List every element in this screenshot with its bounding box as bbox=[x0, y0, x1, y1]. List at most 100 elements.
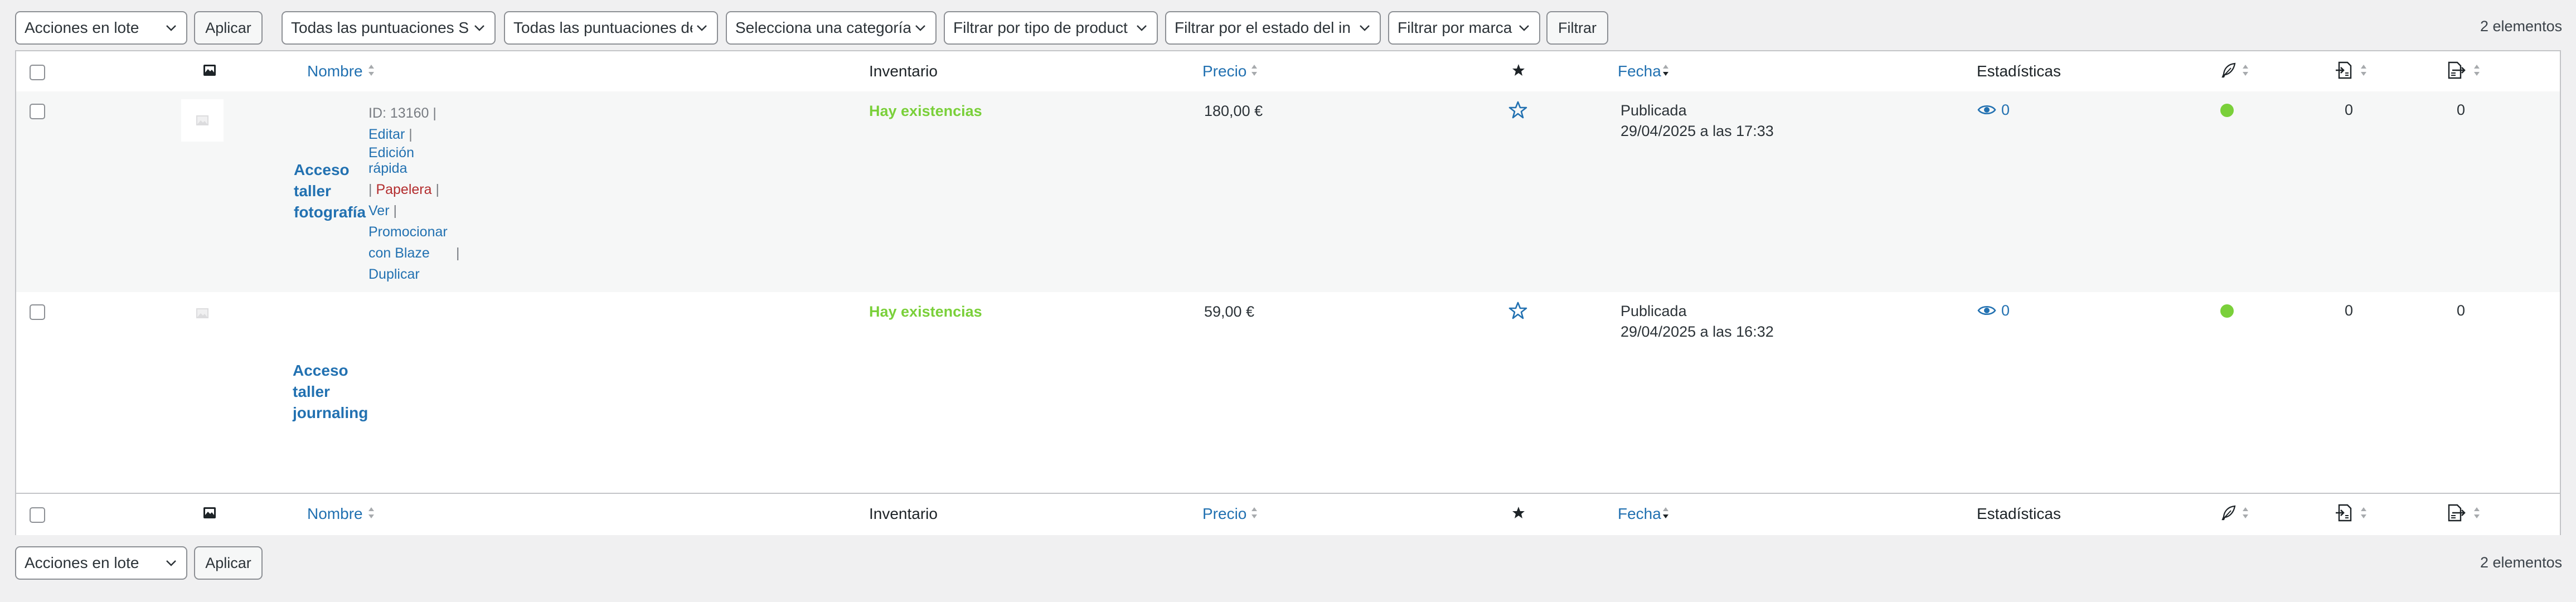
items-count: 2 elementos bbox=[2480, 18, 2563, 35]
feather-icon[interactable] bbox=[2220, 504, 2237, 521]
page-in-icon[interactable] bbox=[2334, 503, 2353, 522]
publish-date: 29/04/2025 a las 17:33 bbox=[1621, 123, 1774, 139]
filter-brand[interactable]: Filtrar por marca bbox=[1388, 11, 1540, 45]
sort-icon[interactable] bbox=[1250, 62, 1258, 79]
items-count-bottom: 2 elementos bbox=[2480, 554, 2563, 571]
column-inventory: Inventario bbox=[869, 505, 938, 522]
sort-icon[interactable] bbox=[2360, 504, 2368, 521]
duplicate-link[interactable]: Duplicar bbox=[368, 266, 420, 282]
column-price[interactable]: Precio bbox=[1202, 62, 1246, 80]
product-name-link[interactable]: Acceso taller fotografía bbox=[294, 159, 366, 223]
column-name[interactable]: Nombre bbox=[307, 505, 363, 523]
views-count[interactable]: 0 bbox=[2001, 302, 2010, 319]
sort-icon[interactable] bbox=[2473, 504, 2481, 521]
eye-icon[interactable] bbox=[1977, 304, 1996, 317]
select-all-checkbox[interactable] bbox=[30, 65, 45, 80]
sort-icon[interactable] bbox=[2242, 504, 2249, 521]
bulk-actions-select[interactable]: Acciones en lote bbox=[15, 11, 187, 45]
bulk-actions-value: Acciones en lote bbox=[25, 554, 139, 571]
price: 59,00 € bbox=[1204, 303, 1255, 320]
trash-link[interactable]: Papelera bbox=[376, 182, 431, 197]
promote-blaze-link[interactable]: Promocionar con Blaze bbox=[368, 221, 452, 264]
products-table: Nombre Inventario Precio Fecha Estadísti… bbox=[15, 50, 2561, 535]
filter-product-type[interactable]: Filtrar por tipo de product bbox=[944, 11, 1158, 45]
chevron-down-icon bbox=[695, 12, 709, 43]
row-actions: ID: 13160 | Editar | Edición rápida | Pa… bbox=[368, 105, 460, 282]
row-checkbox[interactable] bbox=[30, 304, 45, 320]
stock-status: Hay existencias bbox=[869, 103, 982, 119]
image-icon bbox=[202, 505, 217, 521]
filter-category-value: Selecciona una categoría bbox=[735, 19, 911, 36]
filter-readability-score-value: Todas las puntuaciones de bbox=[513, 19, 692, 36]
column-price[interactable]: Precio bbox=[1202, 505, 1246, 523]
bulk-actions-select-bottom[interactable]: Acciones en lote bbox=[15, 546, 187, 580]
column-inventory: Inventario bbox=[869, 62, 938, 80]
sort-desc-icon[interactable] bbox=[1662, 504, 1670, 521]
star-icon[interactable] bbox=[1511, 505, 1526, 521]
publish-date: 29/04/2025 a las 16:32 bbox=[1621, 323, 1774, 340]
column-stats: Estadísticas bbox=[1977, 505, 2061, 522]
product-id: ID: 13160 bbox=[368, 105, 429, 121]
outbound-links-count: 0 bbox=[2457, 101, 2466, 118]
star-outline-icon[interactable] bbox=[1508, 301, 1528, 321]
filter-category[interactable]: Selecciona una categoría bbox=[726, 11, 937, 45]
eye-icon[interactable] bbox=[1977, 103, 1996, 116]
edit-link[interactable]: Editar bbox=[368, 127, 405, 142]
apply-button[interactable]: Aplicar bbox=[194, 11, 263, 45]
outbound-links-count: 0 bbox=[2457, 302, 2466, 319]
sort-icon[interactable] bbox=[367, 504, 375, 521]
sort-icon[interactable] bbox=[2360, 62, 2368, 79]
filter-seo-score-value: Todas las puntuaciones SE bbox=[291, 19, 470, 36]
filter-stock-status-value: Filtrar por el estado del in bbox=[1175, 19, 1351, 36]
filter-brand-value: Filtrar por marca bbox=[1398, 19, 1512, 36]
star-outline-icon[interactable] bbox=[1508, 100, 1528, 120]
chevron-down-icon bbox=[472, 12, 487, 43]
image-placeholder-icon bbox=[195, 113, 210, 128]
filter-readability-score[interactable]: Todas las puntuaciones de bbox=[504, 11, 718, 45]
date-cell: Publicada 29/04/2025 a las 16:32 bbox=[1621, 301, 1774, 342]
inbound-links-count: 0 bbox=[2345, 101, 2354, 118]
column-date[interactable]: Fecha bbox=[1618, 505, 1661, 523]
views-count[interactable]: 0 bbox=[2001, 101, 2010, 119]
table-footer: Nombre Inventario Precio Fecha Estadísti… bbox=[16, 493, 2560, 535]
table-header: Nombre Inventario Precio Fecha Estadísti… bbox=[16, 51, 2560, 93]
chevron-down-icon bbox=[1357, 12, 1372, 43]
filter-stock-status[interactable]: Filtrar por el estado del in bbox=[1165, 11, 1381, 45]
publish-status: Publicada bbox=[1621, 303, 1687, 319]
feather-icon[interactable] bbox=[2220, 62, 2237, 79]
inbound-links-count: 0 bbox=[2345, 302, 2354, 319]
date-cell: Publicada 29/04/2025 a las 17:33 bbox=[1621, 100, 1774, 142]
filter-product-type-value: Filtrar por tipo de product bbox=[953, 19, 1128, 36]
product-name-link[interactable]: Acceso taller journaling bbox=[293, 360, 376, 424]
chevron-down-icon bbox=[164, 547, 178, 579]
seo-score-dot bbox=[2220, 304, 2234, 318]
page-out-icon[interactable] bbox=[2447, 503, 2466, 522]
sort-icon[interactable] bbox=[1250, 504, 1258, 521]
table-row: Acceso taller journaling Hay existencias… bbox=[16, 292, 2560, 493]
sort-desc-icon[interactable] bbox=[1662, 62, 1670, 79]
apply-button-bottom[interactable]: Aplicar bbox=[194, 546, 263, 580]
column-name[interactable]: Nombre bbox=[307, 62, 363, 80]
bulk-actions-value: Acciones en lote bbox=[25, 19, 139, 36]
image-icon bbox=[202, 62, 217, 78]
filter-button[interactable]: Filtrar bbox=[1546, 11, 1608, 45]
chevron-down-icon bbox=[164, 12, 178, 43]
filter-seo-score[interactable]: Todas las puntuaciones SE bbox=[282, 11, 496, 45]
view-link[interactable]: Ver bbox=[368, 203, 390, 219]
select-all-checkbox[interactable] bbox=[30, 507, 45, 523]
row-checkbox[interactable] bbox=[30, 104, 45, 119]
column-stats: Estadísticas bbox=[1977, 62, 2061, 80]
chevron-down-icon bbox=[1517, 12, 1531, 43]
quick-edit-link[interactable]: Edición rápida bbox=[368, 145, 435, 176]
sort-icon[interactable] bbox=[367, 62, 375, 79]
product-thumbnail[interactable] bbox=[181, 292, 224, 334]
sort-icon[interactable] bbox=[2473, 62, 2481, 79]
column-date[interactable]: Fecha bbox=[1618, 62, 1661, 80]
product-thumbnail[interactable] bbox=[181, 99, 224, 142]
star-icon[interactable] bbox=[1511, 62, 1526, 78]
sort-icon[interactable] bbox=[2242, 62, 2249, 79]
publish-status: Publicada bbox=[1621, 102, 1687, 119]
page-in-icon[interactable] bbox=[2334, 61, 2353, 80]
chevron-down-icon bbox=[1134, 12, 1149, 43]
page-out-icon[interactable] bbox=[2447, 61, 2466, 80]
